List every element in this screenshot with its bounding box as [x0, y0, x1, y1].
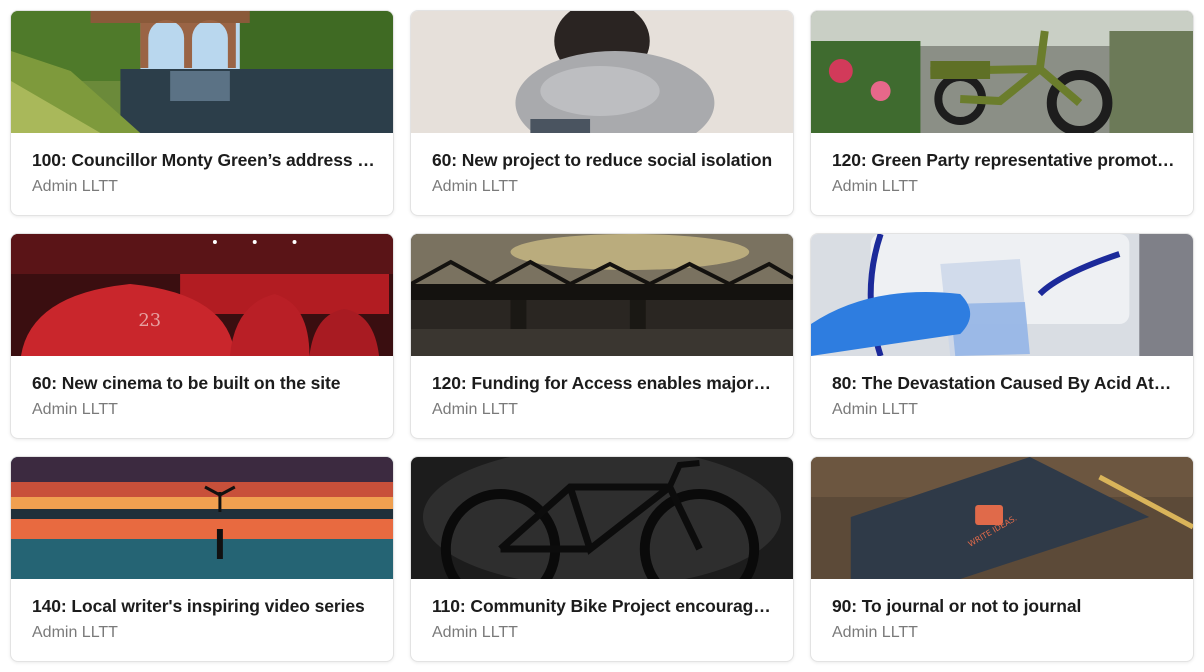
river-viaduct-image[interactable]: [11, 11, 393, 133]
post-author: Admin LLTT: [432, 178, 518, 195]
svg-text:23: 23: [138, 310, 161, 331]
post-card[interactable]: 120: Funding for Access enables major im…: [410, 233, 794, 439]
post-title[interactable]: 60: New project to reduce social isolati…: [432, 150, 775, 171]
post-author: Admin LLTT: [32, 401, 118, 418]
post-title[interactable]: 100: Councillor Monty Green’s address to…: [32, 150, 375, 171]
post-title[interactable]: 120: Green Party representative promotes…: [832, 150, 1175, 171]
post-title[interactable]: 110: Community Bike Project encourages c…: [432, 596, 775, 617]
post-card[interactable]: 140: Local writer's inspiring video seri…: [10, 456, 394, 662]
post-card[interactable]: 100: Councillor Monty Green’s address to…: [10, 10, 394, 216]
post-title[interactable]: 90: To journal or not to journal: [832, 596, 1175, 617]
post-title[interactable]: 80: The Devastation Caused By Acid Attac…: [832, 373, 1175, 394]
road-bike-image[interactable]: [411, 457, 793, 579]
post-author: Admin LLTT: [432, 401, 518, 418]
cinema-seats-image[interactable]: 23: [11, 234, 393, 356]
cargo-ebike-image[interactable]: [811, 11, 1193, 133]
post-author: Admin LLTT: [32, 178, 118, 195]
notebook-image[interactable]: WRITE IDEAS.: [811, 457, 1193, 579]
post-author: Admin LLTT: [832, 624, 918, 641]
post-card[interactable]: 110: Community Bike Project encourages c…: [410, 456, 794, 662]
post-author: Admin LLTT: [432, 624, 518, 641]
post-card[interactable]: 120: Green Party representative promotes…: [810, 10, 1194, 216]
post-author: Admin LLTT: [832, 178, 918, 195]
post-author: Admin LLTT: [832, 401, 918, 418]
post-title[interactable]: 120: Funding for Access enables major im…: [432, 373, 775, 394]
post-card[interactable]: 80: The Devastation Caused By Acid Attac…: [810, 233, 1194, 439]
lab-beaker-image[interactable]: [811, 234, 1193, 356]
post-card[interactable]: 60: New project to reduce social isolati…: [410, 10, 794, 216]
post-title[interactable]: 60: New cinema to be built on the site: [32, 373, 375, 394]
post-card[interactable]: 23 60: New cinema to be built on the sit…: [10, 233, 394, 439]
sad-person-image[interactable]: [411, 11, 793, 133]
post-author: Admin LLTT: [32, 624, 118, 641]
post-card[interactable]: WRITE IDEAS. 90: To journal or not to jo…: [810, 456, 1194, 662]
bridge-sunset-image[interactable]: [411, 234, 793, 356]
sunset-reflection-image[interactable]: [11, 457, 393, 579]
post-title[interactable]: 140: Local writer's inspiring video seri…: [32, 596, 375, 617]
